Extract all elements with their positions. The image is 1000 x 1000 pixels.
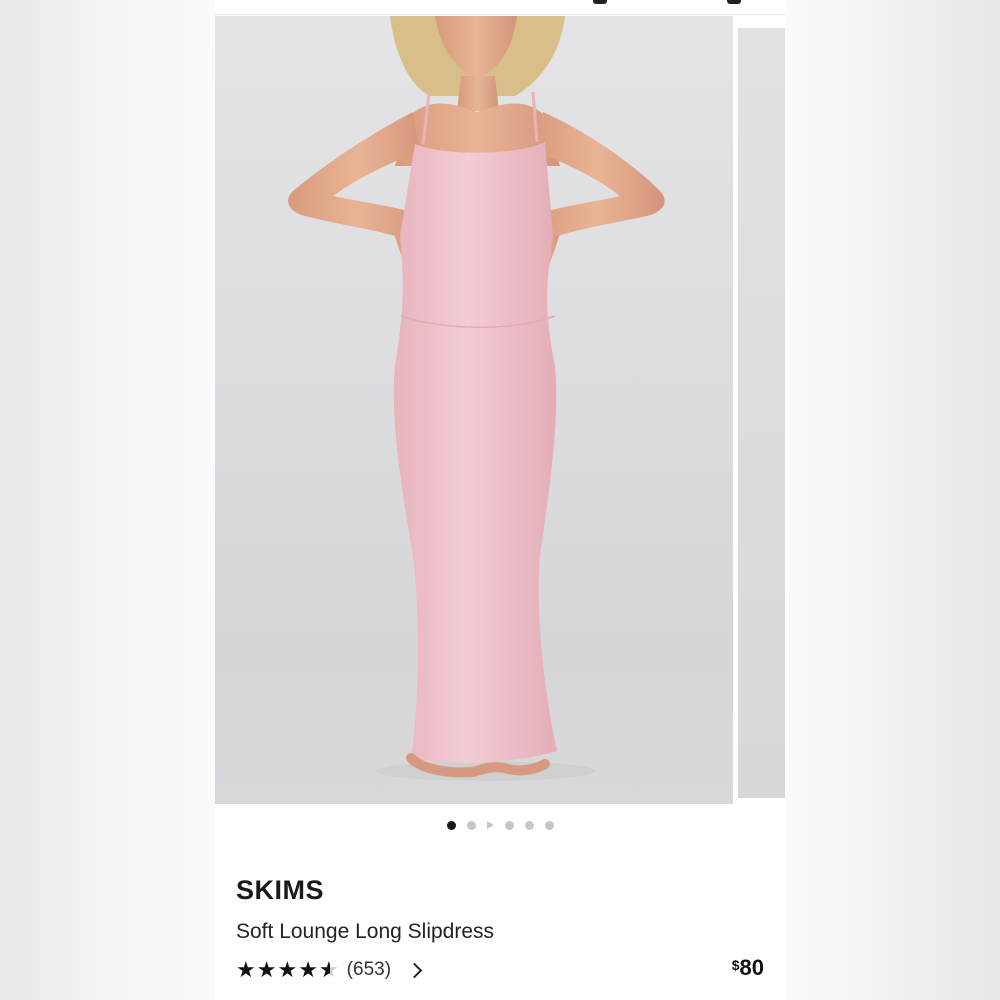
review-count[interactable]: (653) xyxy=(347,959,391,981)
background-left xyxy=(0,0,215,1000)
pagination-dot-1[interactable] xyxy=(446,820,456,830)
pagination-dot-5[interactable] xyxy=(524,820,534,830)
top-bar xyxy=(215,0,785,15)
share-icon[interactable] xyxy=(727,0,741,4)
product-image[interactable] xyxy=(215,16,733,804)
pagination-dot-2[interactable] xyxy=(466,820,476,830)
product-screen: SKIMS Soft Lounge Long Slipdress ★ ★ ★ ★… xyxy=(215,0,785,1000)
star-icon: ★ xyxy=(277,957,298,982)
product-title: Soft Lounge Long Slipdress xyxy=(236,920,495,943)
star-rating: ★ ★ ★ ★ ★ xyxy=(236,957,339,982)
pagination-dot-4[interactable] xyxy=(504,820,514,830)
model-in-slipdress-photo xyxy=(288,16,665,781)
play-icon[interactable] xyxy=(486,821,494,829)
price-currency: $ xyxy=(731,957,740,973)
star-icon: ★ xyxy=(298,957,318,982)
image-carousel[interactable] xyxy=(215,16,785,806)
half-star-icon: ★ xyxy=(319,959,339,982)
price-amount: 80 xyxy=(739,955,764,980)
price: $80 xyxy=(732,955,764,981)
brand-name[interactable]: SKIMS xyxy=(236,875,324,906)
star-icon: ★ xyxy=(236,957,256,982)
star-icon: ★ xyxy=(256,957,277,982)
bag-icon[interactable] xyxy=(593,0,607,4)
background-right xyxy=(785,0,1000,1000)
pagination-dot-6[interactable] xyxy=(544,820,554,830)
carousel-pagination xyxy=(215,817,785,833)
chevron-right-icon[interactable] xyxy=(406,962,423,978)
rating-row[interactable]: ★ ★ ★ ★ ★ (653) xyxy=(236,957,423,983)
next-product-image[interactable] xyxy=(738,28,785,798)
